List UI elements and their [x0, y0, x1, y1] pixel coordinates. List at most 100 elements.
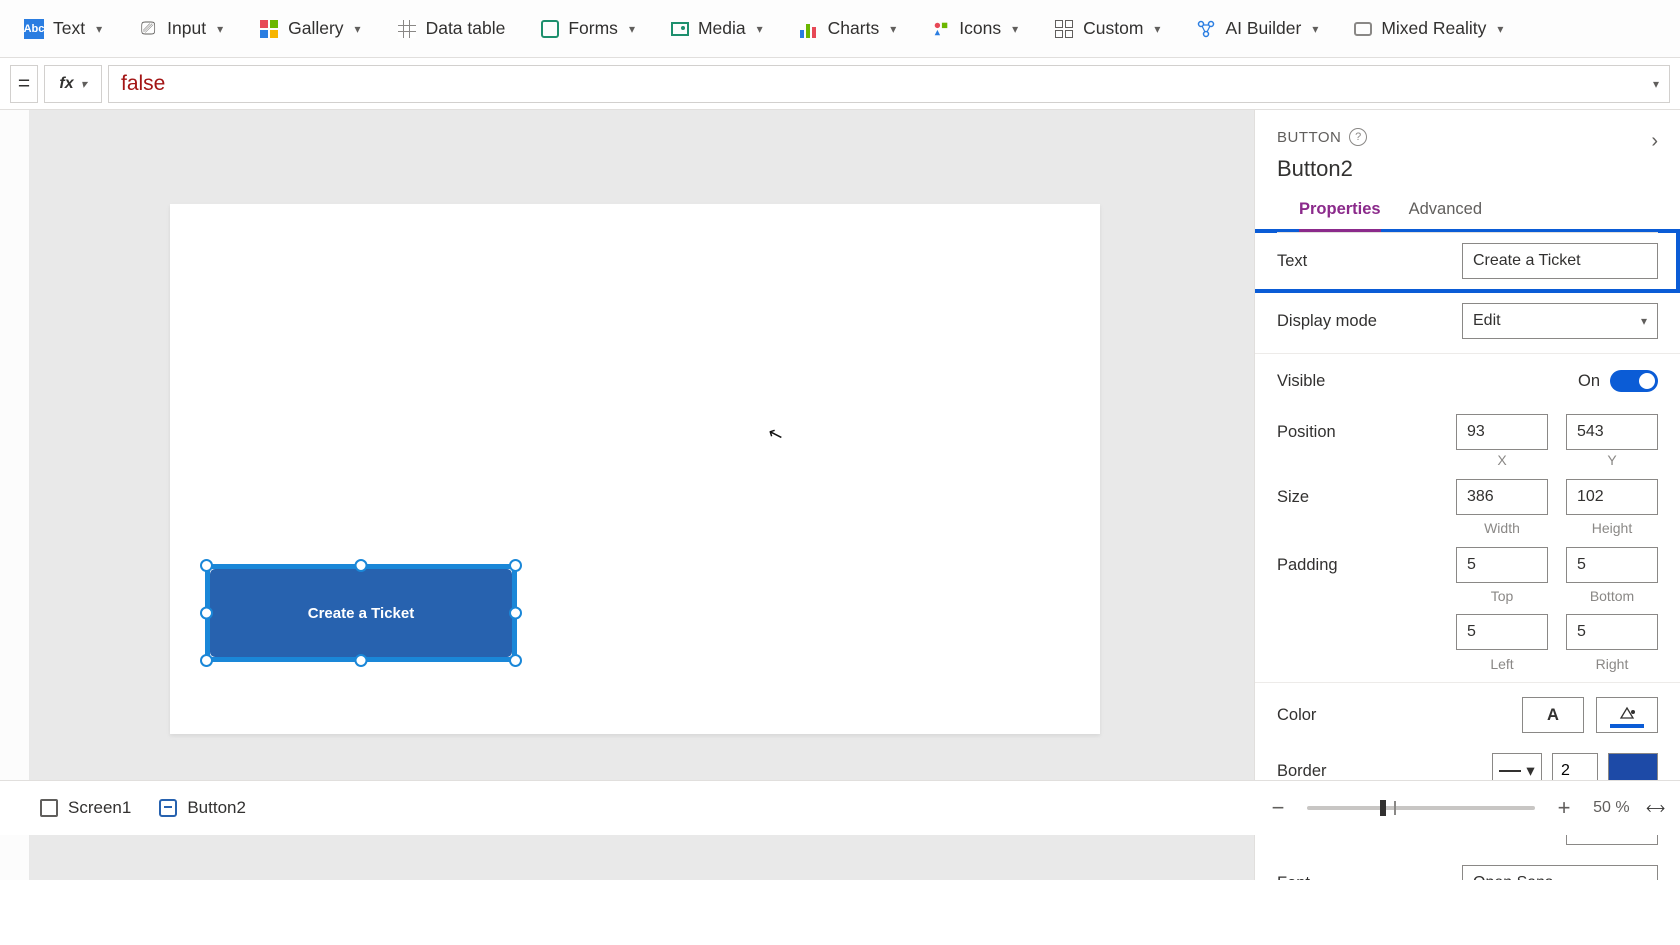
toolbar-datatable[interactable]: Data table: [379, 0, 524, 57]
resize-handle[interactable]: [200, 654, 213, 667]
canvas-area[interactable]: ↖ Create a Ticket: [30, 110, 1255, 880]
toolbar-mixedreality[interactable]: Mixed Reality ▾: [1336, 0, 1521, 57]
prop-position: Position: [1255, 404, 1680, 452]
table-icon: [397, 19, 417, 39]
font-color-picker[interactable]: A: [1522, 697, 1584, 733]
zoom-out-button[interactable]: −: [1267, 795, 1289, 821]
resize-handle[interactable]: [200, 559, 213, 572]
control-name[interactable]: Button2: [1277, 156, 1658, 182]
size-width-input[interactable]: [1456, 479, 1548, 515]
chevron-down-icon: ▾: [1312, 22, 1318, 36]
button-icon: [159, 799, 177, 817]
size-sublabels: WidthHeight: [1255, 520, 1680, 542]
toolbar-text-label: Text: [53, 18, 85, 39]
padding-bottom-input[interactable]: [1566, 547, 1658, 583]
breadcrumb-screen[interactable]: Screen1: [40, 798, 131, 818]
prop-padding: Padding: [1255, 542, 1680, 588]
fill-color-picker[interactable]: [1596, 697, 1658, 733]
toolbar-custom[interactable]: Custom ▾: [1036, 0, 1178, 57]
padding-right-input[interactable]: [1566, 614, 1658, 650]
tab-advanced[interactable]: Advanced: [1409, 200, 1482, 232]
equals-box[interactable]: =: [10, 65, 38, 103]
zoom-label: 50 %: [1593, 799, 1629, 817]
zoom-slider[interactable]: [1307, 806, 1535, 810]
toolbar-aibuilder-label: AI Builder: [1225, 18, 1301, 39]
main-area: ↖ Create a Ticket BUTTON ? ›: [0, 110, 1680, 880]
prop-padding-lr: [1255, 610, 1680, 656]
bottom-bar: Screen1 Button2 − + 50 % ⤢: [0, 780, 1680, 835]
toolbar-forms[interactable]: Forms ▾: [523, 0, 653, 57]
chevron-down-icon: ▾: [1497, 22, 1503, 36]
prop-display-mode: Display mode Edit▾: [1255, 293, 1680, 349]
chevron-down-icon: ▾: [757, 22, 763, 36]
chevron-down-icon: ▾: [1154, 22, 1160, 36]
chevron-down-icon: ▾: [890, 22, 896, 36]
formula-input[interactable]: false ▾: [108, 65, 1670, 103]
canvas-button[interactable]: Create a Ticket: [210, 569, 512, 657]
fx-button[interactable]: fx ▾: [44, 65, 102, 103]
toolbar-aibuilder[interactable]: AI Builder ▾: [1178, 0, 1336, 57]
toolbar-input[interactable]: ⎚ Input ▾: [120, 0, 241, 57]
chevron-right-icon[interactable]: ›: [1651, 130, 1658, 153]
prop-text-input[interactable]: [1462, 243, 1658, 279]
chevron-down-icon: ▾: [1526, 761, 1534, 781]
chevron-down-icon: ▾: [629, 22, 635, 36]
prop-color: Color A: [1255, 687, 1680, 743]
padding-top-input[interactable]: [1456, 547, 1548, 583]
icons-icon: [932, 20, 950, 38]
toolbar-text[interactable]: Abc Text ▾: [6, 0, 120, 57]
toolbar-media[interactable]: Media ▾: [653, 0, 781, 57]
toolbar-datatable-label: Data table: [426, 18, 506, 39]
toolbar-icons-label: Icons: [959, 18, 1001, 39]
zoom-in-button[interactable]: +: [1553, 795, 1575, 821]
position-x-input[interactable]: [1456, 414, 1548, 450]
prop-text: Text: [1255, 229, 1680, 293]
chevron-down-icon: ▾: [217, 22, 223, 36]
zoom-thumb[interactable]: [1380, 800, 1386, 816]
toolbar-input-label: Input: [167, 18, 206, 39]
resize-handle[interactable]: [509, 654, 522, 667]
padding-left-input[interactable]: [1456, 614, 1548, 650]
toolbar-media-label: Media: [698, 18, 746, 39]
toolbar-charts-label: Charts: [828, 18, 880, 39]
divider: [1255, 682, 1680, 683]
size-height-input[interactable]: [1566, 479, 1658, 515]
divider: [1255, 353, 1680, 354]
chevron-down-icon[interactable]: ▾: [1653, 77, 1659, 91]
position-y-input[interactable]: [1566, 414, 1658, 450]
toolbar-charts[interactable]: Charts ▾: [781, 0, 915, 57]
ai-builder-icon: [1196, 19, 1216, 39]
fit-screen-icon[interactable]: ⤢: [1642, 795, 1667, 820]
zoom-controls: − + 50 % ⤢: [1267, 795, 1662, 821]
resize-handle[interactable]: [355, 654, 368, 667]
prop-font: Font Open Sans▾: [1255, 855, 1680, 880]
left-gutter: [0, 110, 30, 880]
prop-size: Size: [1255, 474, 1680, 520]
formula-value: false: [121, 72, 165, 96]
resize-handle[interactable]: [509, 559, 522, 572]
cursor-icon: ↖: [765, 422, 786, 447]
visible-toggle[interactable]: On: [1578, 370, 1658, 392]
panel-header: BUTTON ? › Button2 Properties Advanced: [1255, 110, 1680, 233]
forms-icon: [541, 20, 559, 38]
chevron-down-icon: ▾: [355, 22, 361, 36]
toolbar-gallery[interactable]: Gallery ▾: [241, 0, 378, 57]
custom-icon: [1054, 19, 1074, 39]
prop-text-label: Text: [1277, 252, 1462, 271]
tab-properties[interactable]: Properties: [1299, 200, 1381, 232]
chevron-down-icon: ▾: [1641, 876, 1647, 880]
toolbar-icons[interactable]: Icons ▾: [914, 0, 1036, 57]
padding-lr-sublabels: LeftRight: [1255, 656, 1680, 678]
canvas-screen[interactable]: ↖ Create a Ticket: [170, 204, 1100, 734]
prop-visible: Visible On: [1255, 358, 1680, 404]
chevron-down-icon: ▾: [1012, 22, 1018, 36]
breadcrumb-button[interactable]: Button2: [159, 798, 246, 818]
resize-handle[interactable]: [509, 607, 522, 620]
resize-handle[interactable]: [200, 607, 213, 620]
help-icon[interactable]: ?: [1349, 128, 1367, 146]
selected-button-frame[interactable]: Create a Ticket: [205, 564, 517, 662]
chevron-down-icon: ▾: [96, 22, 102, 36]
prop-display-mode-select[interactable]: Edit▾: [1462, 303, 1658, 339]
resize-handle[interactable]: [355, 559, 368, 572]
font-select[interactable]: Open Sans▾: [1462, 865, 1658, 880]
